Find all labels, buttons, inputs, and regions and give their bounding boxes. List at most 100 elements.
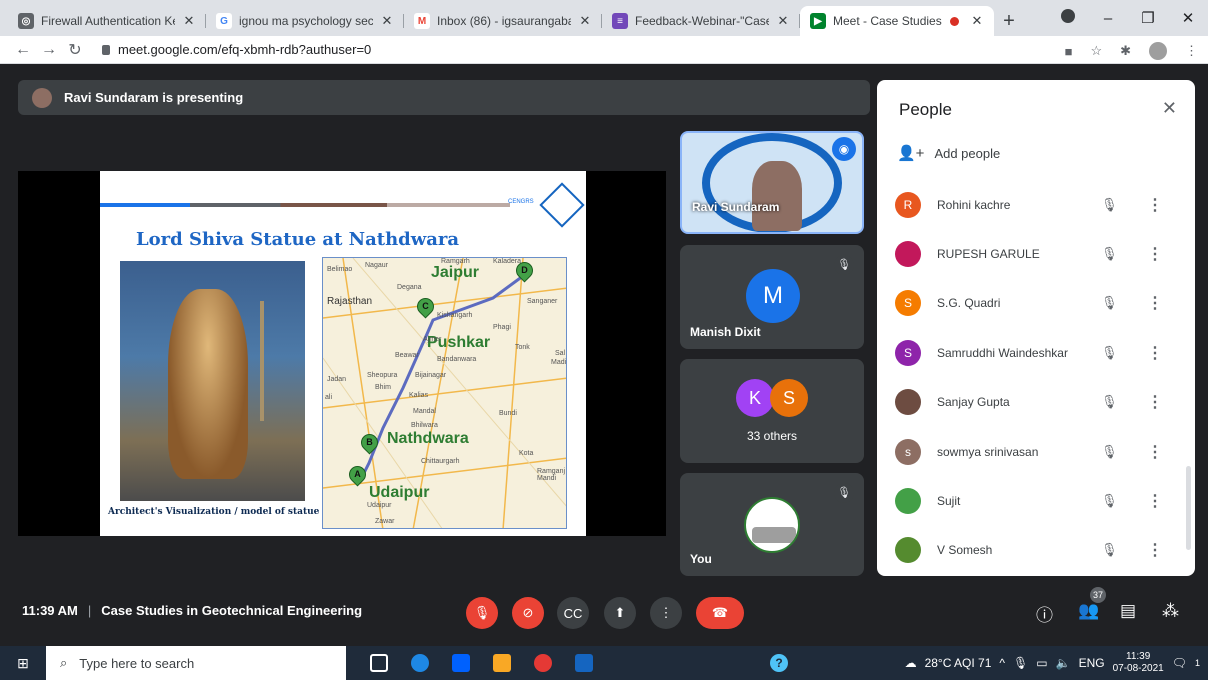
more-options-icon[interactable]: ⋮ [1147,491,1163,511]
activities-icon[interactable]: ⁂ [1162,601,1179,621]
windows-start-icon[interactable]: ⊞ [0,655,46,672]
tab-label: Feedback-Webinar-"Case Stu [635,14,769,28]
people-icon[interactable]: 👥 [1078,601,1099,621]
tile-name: Manish Dixit [690,325,761,339]
tile-presenter[interactable]: ◉ Ravi Sundaram [680,131,864,234]
map-small-label: Beawar [395,352,419,359]
notifications-icon[interactable]: 🗨 [1172,656,1187,670]
profile-icon[interactable] [1048,9,1088,27]
tab-meet[interactable]: ▶ Meet - Case Studies in G ✕ [800,6,994,36]
volume-icon[interactable]: 🔈 [1056,656,1071,670]
more-options-icon[interactable]: ⋮ [1147,392,1163,412]
chrome-icon[interactable] [534,654,552,672]
tile-you[interactable]: 🎙 You [680,473,864,576]
tab-google[interactable]: G ignou ma psychology second ✕ [206,6,404,36]
menu-icon[interactable]: ⋮ [1185,43,1198,59]
participant-row[interactable]: Sanjay Gupta 🎙 ⋮ [877,378,1195,427]
mic-off-icon[interactable]: 🎙 [1101,444,1118,460]
avatar: S [895,339,921,366]
camera-icon[interactable]: ■ [1065,44,1073,59]
map-small-label: Belimao [327,266,353,273]
restore-icon[interactable]: ❐ [1128,9,1168,27]
add-people-button[interactable]: 👤+ Add people [897,144,1000,162]
tile-others[interactable]: K S 33 others [680,359,864,463]
present-button[interactable]: ⬆ [604,597,636,629]
new-tab-button[interactable]: + [994,6,1024,36]
help-icon[interactable]: ? [770,654,788,672]
avatar [895,241,921,268]
mic-tray-icon[interactable]: 🎙 [1013,656,1028,670]
participant-row[interactable]: S Samruddhi Waindeshkar 🎙 ⋮ [877,328,1195,377]
puzzle-icon[interactable]: ✱ [1120,43,1131,59]
reload-icon[interactable]: ↻ [62,40,88,60]
more-options-icon[interactable]: ⋮ [1147,540,1163,560]
info-icon[interactable]: ⓘ [1036,601,1053,626]
task-view-icon[interactable] [370,654,388,672]
participant-row[interactable]: R Rohini kachre 🎙 ⋮ [877,180,1195,229]
tab-gmail[interactable]: M Inbox (86) - igsaurangabad@ ✕ [404,6,602,36]
account-avatar[interactable] [1149,42,1167,60]
close-icon[interactable]: ✕ [578,13,592,29]
star-icon[interactable]: ☆ [1090,43,1102,59]
edge-icon[interactable] [411,654,429,672]
close-icon[interactable]: ✕ [970,13,984,29]
tile-manish[interactable]: 🎙 M Manish Dixit [680,245,864,349]
dropbox-icon[interactable] [452,654,470,672]
tab-firewall[interactable]: ◎ Firewall Authentication Keepa ✕ [8,6,206,36]
mic-off-icon[interactable]: 🎙 [1101,345,1118,361]
more-options-icon[interactable]: ⋮ [1147,195,1163,215]
participant-row[interactable]: s sowmya srinivasan 🎙 ⋮ [877,427,1195,476]
mic-toggle-button[interactable]: 🎙 [466,597,498,629]
clock[interactable]: 11:39 07-08-2021 [1113,651,1164,675]
more-options-icon[interactable]: ⋮ [1147,244,1163,264]
participant-row[interactable]: RUPESH GARULE 🎙 ⋮ [877,229,1195,278]
slide-header-tag: CENGRS [508,199,534,205]
weather-text[interactable]: 28°C AQI 71 [925,656,992,670]
chevron-up-icon[interactable]: ^ [999,656,1005,670]
participant-row[interactable]: S S.G. Quadri 🎙 ⋮ [877,279,1195,328]
tab-feedback[interactable]: ≡ Feedback-Webinar-"Case Stu ✕ [602,6,800,36]
leave-call-button[interactable]: ☎ [696,597,744,629]
more-options-icon[interactable]: ⋮ [1147,293,1163,313]
taskbar-search[interactable]: ⌕ Type here to search [46,646,346,680]
firewall-icon: ◎ [18,13,34,29]
mic-off-icon[interactable]: 🎙 [1101,542,1118,558]
close-icon[interactable]: ✕ [1162,98,1177,119]
mic-off-icon[interactable]: 🎙 [1101,493,1118,509]
more-options-icon[interactable]: ⋮ [1147,442,1163,462]
url-field[interactable]: meet.google.com/efq-xbmh-rdb?authuser=0 [102,42,371,57]
minimize-icon[interactable]: – [1088,10,1128,27]
mic-off-icon[interactable]: 🎙 [1101,197,1118,213]
back-icon[interactable]: ← [10,41,36,59]
weather-icon: ☁ [904,656,917,670]
language-indicator[interactable]: ENG [1079,656,1105,670]
camera-toggle-button[interactable]: ⊘ [512,597,544,629]
more-options-icon[interactable]: ⋮ [1147,343,1163,363]
address-bar: ← → ↻ meet.google.com/efq-xbmh-rdb?authu… [0,36,1208,64]
map-label-rajasthan: Rajasthan [327,296,373,307]
panel-scrollbar[interactable] [1186,466,1191,550]
participant-row[interactable]: V Somesh 🎙 ⋮ [877,526,1195,575]
search-placeholder: Type here to search [79,655,195,671]
more-options-button[interactable]: ⋮ [650,597,682,629]
participant-row[interactable]: Sujit 🎙 ⋮ [877,476,1195,525]
map-small-label: Bhim [375,384,391,391]
close-window-icon[interactable]: ✕ [1168,9,1208,27]
mic-off-icon[interactable]: 🎙 [1101,394,1118,410]
participant-name: Sujit [937,494,961,509]
file-explorer-icon[interactable] [493,654,511,672]
system-tray: ☁ 28°C AQI 71 ^ 🎙 ▭ 🔈 ENG 11:39 07-08-20… [905,646,1208,680]
mic-off-icon[interactable]: 🎙 [1101,295,1118,311]
word-icon[interactable] [575,654,593,672]
participant-name: sowmya srinivasan [937,444,1039,459]
captions-button[interactable]: CC [557,597,589,629]
network-icon[interactable]: ▭ [1036,656,1047,670]
forward-icon[interactable]: → [36,41,62,59]
close-icon[interactable]: ✕ [380,13,394,29]
chat-icon[interactable]: ▤ [1120,601,1136,621]
avatar: R [895,191,921,218]
mic-off-icon[interactable]: 🎙 [1101,246,1118,262]
map-small-label: Sheopura [367,372,398,379]
close-icon[interactable]: ✕ [776,13,790,29]
close-icon[interactable]: ✕ [182,13,196,29]
